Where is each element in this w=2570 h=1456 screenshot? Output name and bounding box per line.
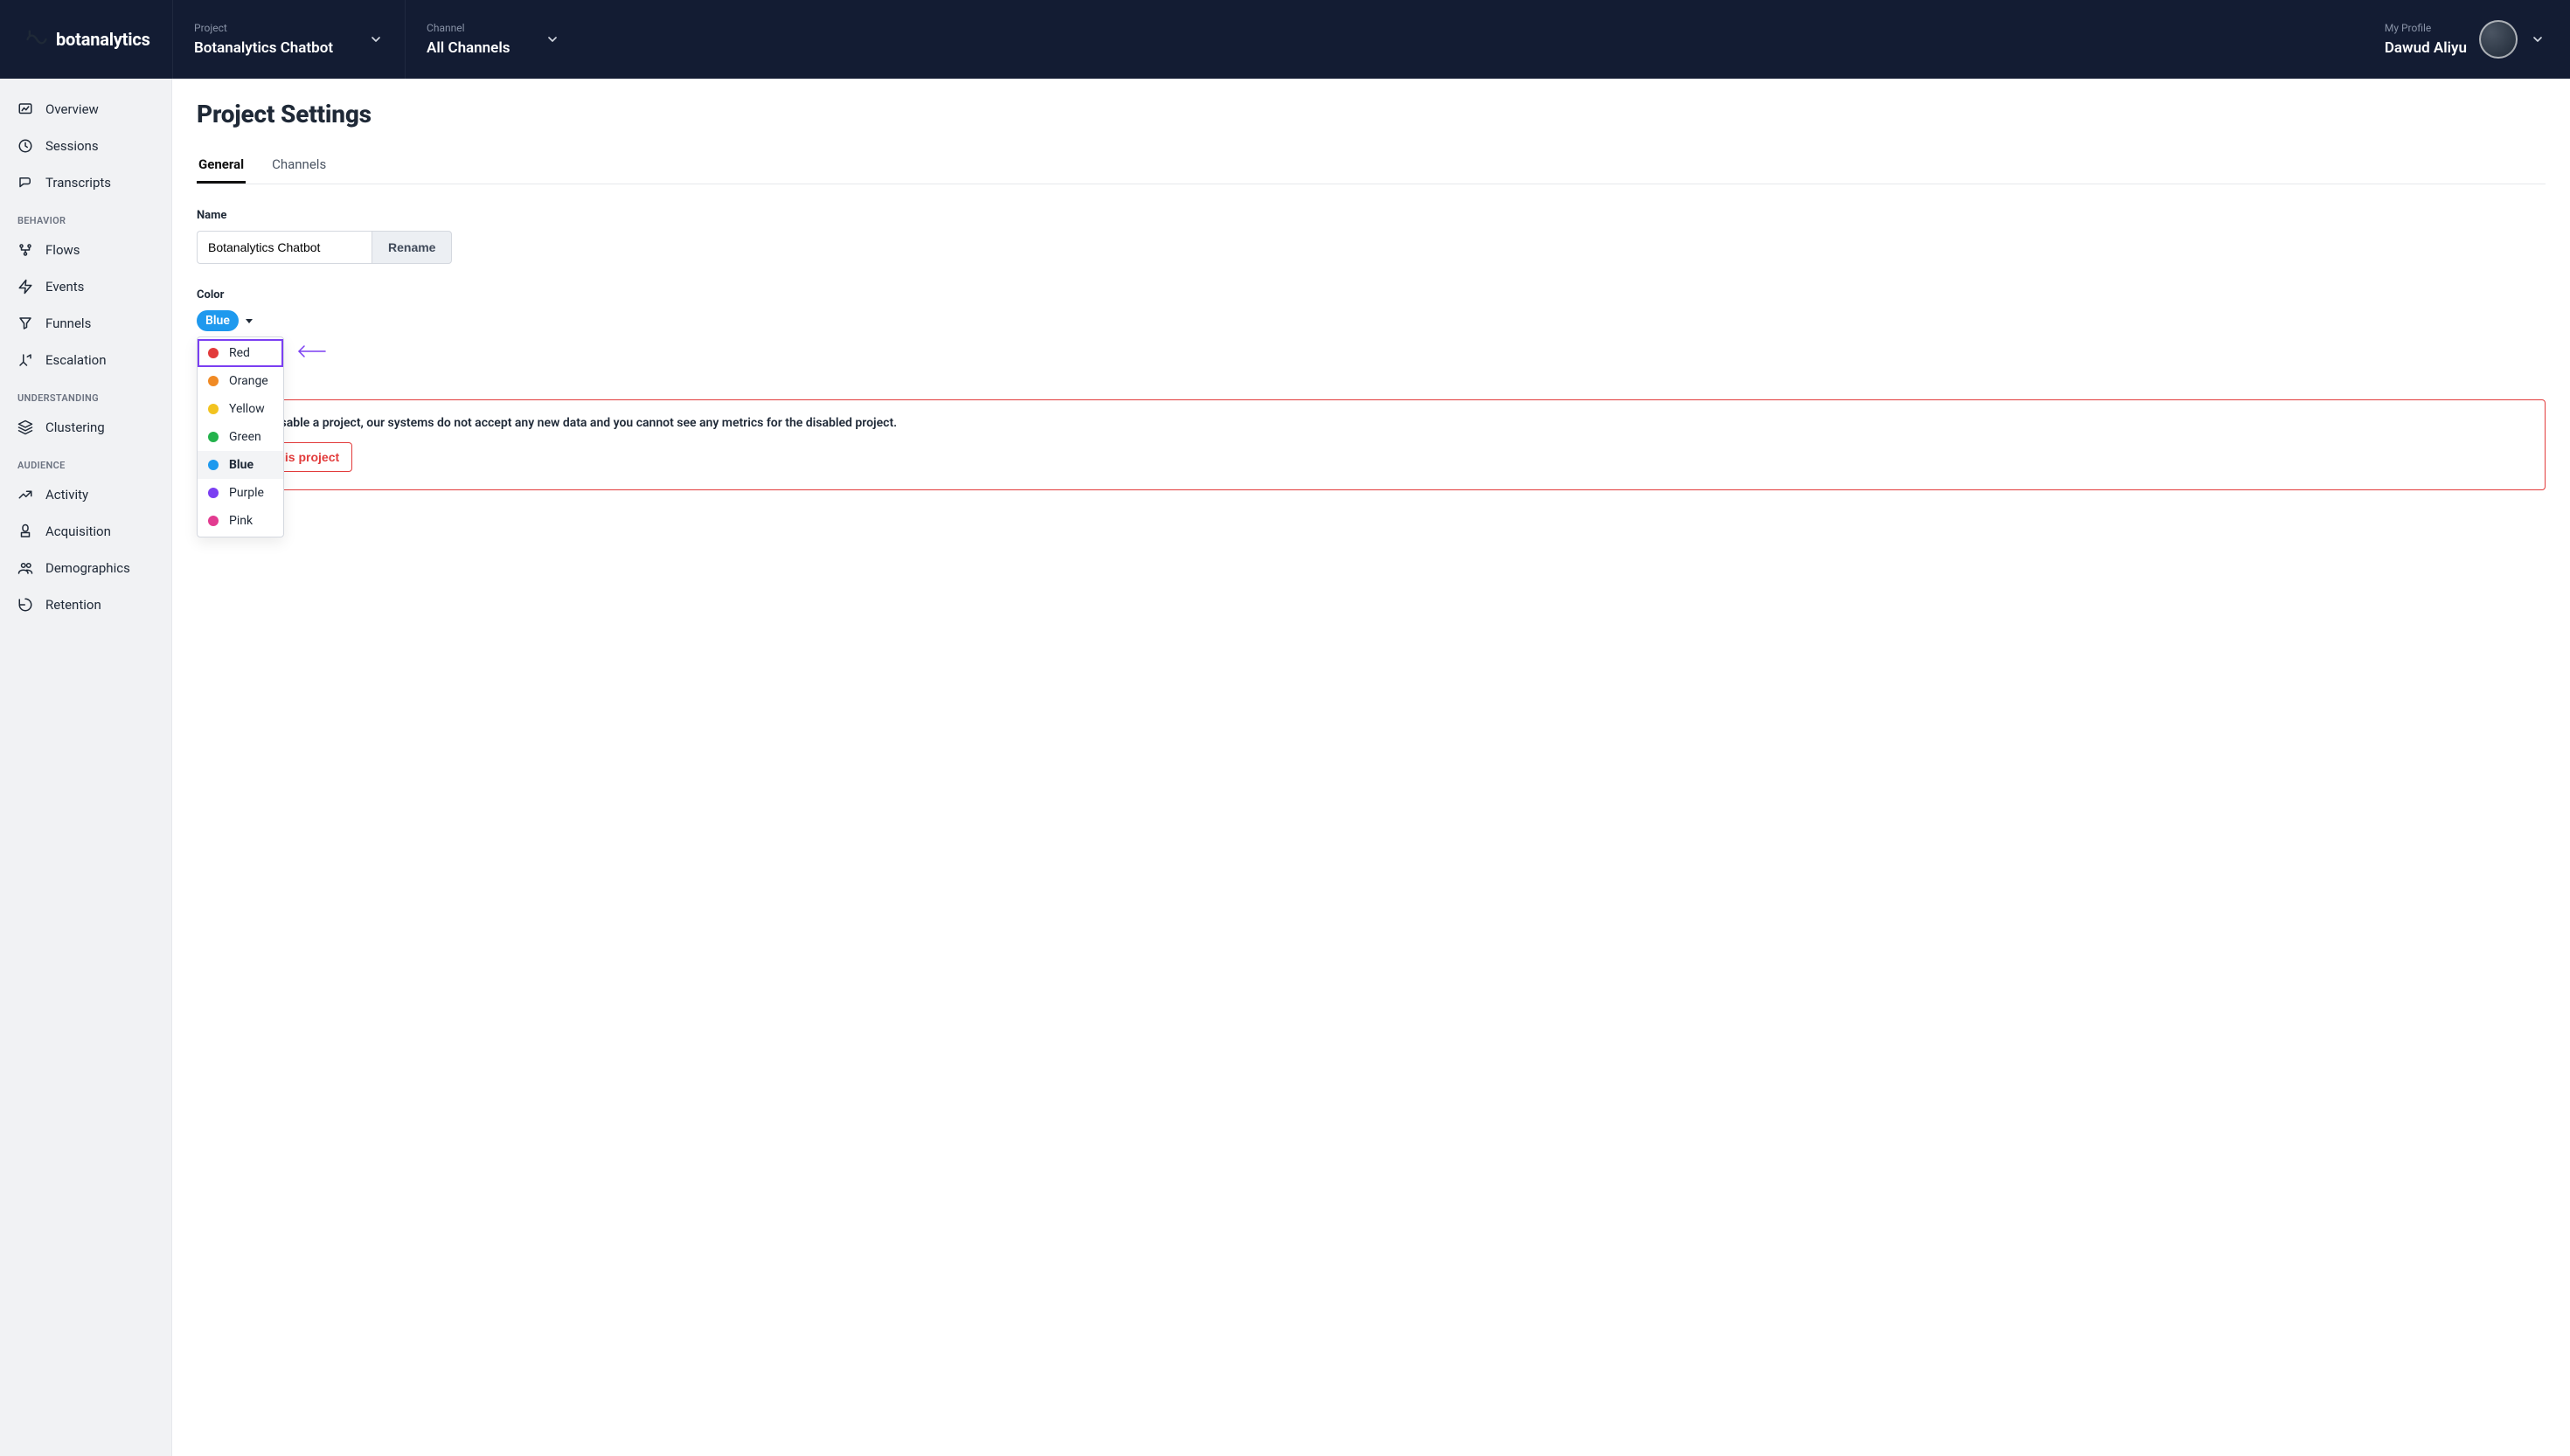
chevron-down-icon <box>2530 31 2546 47</box>
sidebar-item-label: Funnels <box>45 315 91 331</box>
chart-icon <box>17 101 33 117</box>
color-option-orange[interactable]: Orange <box>198 367 283 395</box>
sidebar-item-label: Acquisition <box>45 523 111 539</box>
sidebar-item-flows[interactable]: Flows <box>0 232 171 268</box>
color-swatch <box>208 404 219 414</box>
page-title: Project Settings <box>197 100 2546 128</box>
tab-channels[interactable]: Channels <box>270 148 328 184</box>
color-option-label: Blue <box>229 458 254 472</box>
project-value: Botanalytics Chatbot <box>194 39 333 57</box>
sidebar-item-label: Escalation <box>45 352 106 368</box>
sidebar-item-overview[interactable]: Overview <box>0 91 171 128</box>
layers-icon <box>17 419 33 435</box>
color-option-purple[interactable]: Purple <box>198 479 283 507</box>
sidebar-section-audience: AUDIENCE <box>0 446 171 476</box>
color-swatch <box>208 460 219 470</box>
caret-down-icon <box>246 319 253 323</box>
color-swatch <box>208 376 219 386</box>
brand-icon <box>24 27 49 52</box>
sidebar-item-label: Retention <box>45 597 101 613</box>
channel-value: All Channels <box>427 39 510 57</box>
color-option-yellow[interactable]: Yellow <box>198 395 283 423</box>
main-panel: Project Settings General Channels Name R… <box>172 79 2570 1456</box>
color-dropdown: Red Orange Yellow Green <box>197 336 284 537</box>
color-option-label: Red <box>229 346 250 360</box>
sidebar-item-events[interactable]: Events <box>0 268 171 305</box>
sidebar-item-label: Transcripts <box>45 175 111 191</box>
escalation-icon <box>17 352 33 368</box>
avatar <box>2479 20 2518 59</box>
sidebar-item-label: Activity <box>45 487 88 503</box>
sidebar-item-label: Overview <box>45 101 99 117</box>
color-option-label: Pink <box>229 514 253 528</box>
acquisition-icon <box>17 523 33 539</box>
project-name-input[interactable] <box>197 231 372 264</box>
topbar: botanalytics Project Botanalytics Chatbo… <box>0 0 2570 79</box>
sidebar-item-sessions[interactable]: Sessions <box>0 128 171 164</box>
name-label: Name <box>197 209 2546 222</box>
color-swatch <box>208 432 219 442</box>
color-option-label: Orange <box>229 374 268 388</box>
sidebar-item-activity[interactable]: Activity <box>0 476 171 513</box>
activity-icon <box>17 487 33 503</box>
project-label: Project <box>194 22 333 34</box>
color-swatch <box>208 516 219 526</box>
brand-text: botanalytics <box>56 29 150 50</box>
sidebar-item-escalation[interactable]: Escalation <box>0 342 171 378</box>
color-option-label: Yellow <box>229 402 265 416</box>
color-label: Color <box>197 288 2546 302</box>
flows-icon <box>17 242 33 258</box>
color-option-green[interactable]: Green <box>198 423 283 451</box>
tab-general[interactable]: General <box>197 148 246 184</box>
danger-zone: When you disable a project, our systems … <box>197 399 2546 490</box>
retention-icon <box>17 597 33 613</box>
sidebar-item-demographics[interactable]: Demographics <box>0 550 171 586</box>
color-select[interactable]: Blue <box>197 310 239 331</box>
chevron-down-icon <box>545 31 560 47</box>
chevron-down-icon <box>368 31 384 47</box>
sidebar-item-transcripts[interactable]: Transcripts <box>0 164 171 201</box>
logo[interactable]: botanalytics <box>0 0 172 79</box>
sidebar-item-label: Events <box>45 279 84 295</box>
clock-icon <box>17 138 33 154</box>
color-swatch <box>208 348 219 358</box>
channel-selector[interactable]: Channel All Channels <box>405 0 581 79</box>
color-option-blue[interactable]: Blue <box>198 451 283 479</box>
color-swatch <box>208 488 219 498</box>
profile-value: Dawud Aliyu <box>2385 39 2467 57</box>
funnel-icon <box>17 315 33 331</box>
sidebar-item-label: Flows <box>45 242 80 258</box>
sidebar-section-understanding: UNDERSTANDING <box>0 378 171 409</box>
profile-label: My Profile <box>2385 22 2467 34</box>
sidebar-item-clustering[interactable]: Clustering <box>0 409 171 446</box>
sidebar-section-behavior: BEHAVIOR <box>0 201 171 232</box>
bolt-icon <box>17 279 33 295</box>
color-option-pink[interactable]: Pink <box>198 507 283 535</box>
sidebar: Overview Sessions Transcripts BEHAVIOR F… <box>0 79 172 1456</box>
transcript-icon <box>17 175 33 191</box>
sidebar-item-label: Clustering <box>45 419 105 435</box>
sidebar-item-acquisition[interactable]: Acquisition <box>0 513 171 550</box>
profile-menu[interactable]: My Profile Dawud Aliyu <box>2360 0 2570 79</box>
rename-button[interactable]: Rename <box>372 231 452 264</box>
color-option-label: Green <box>229 430 261 444</box>
color-select-value: Blue <box>205 314 230 328</box>
tabs: General Channels <box>197 148 2546 184</box>
sidebar-item-funnels[interactable]: Funnels <box>0 305 171 342</box>
arrow-left-icon <box>295 343 327 364</box>
color-option-label: Purple <box>229 486 264 500</box>
project-selector[interactable]: Project Botanalytics Chatbot <box>172 0 405 79</box>
demographics-icon <box>17 560 33 576</box>
sidebar-item-label: Demographics <box>45 560 130 576</box>
sidebar-item-label: Sessions <box>45 138 99 154</box>
channel-label: Channel <box>427 22 510 34</box>
spacer <box>581 0 2359 79</box>
danger-text: When you disable a project, our systems … <box>213 416 2529 430</box>
color-option-red[interactable]: Red <box>198 339 283 367</box>
sidebar-item-retention[interactable]: Retention <box>0 586 171 623</box>
